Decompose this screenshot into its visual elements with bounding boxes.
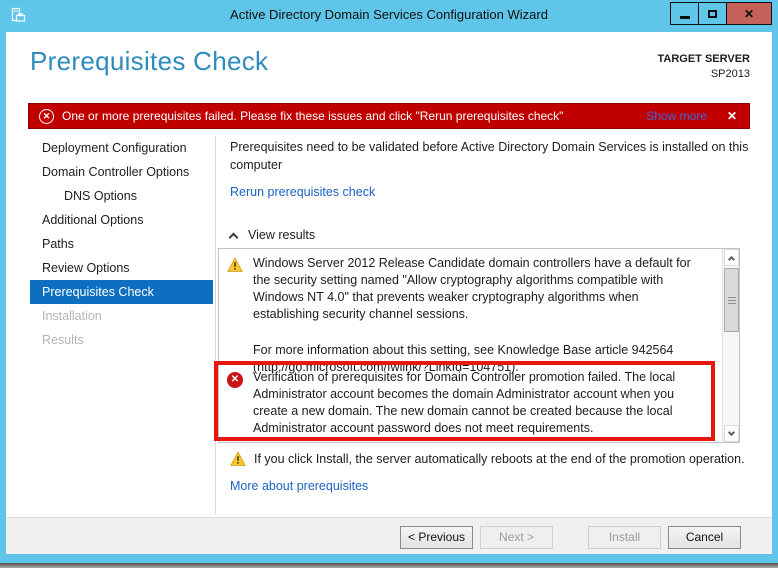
error-banner: ✕ One or more prerequisites failed. Plea… <box>28 103 750 129</box>
warning-result-text: Windows Server 2012 Release Candidate do… <box>253 255 705 323</box>
nav-item-review-options[interactable]: Review Options <box>30 256 213 280</box>
target-server-name: SP2013 <box>658 67 751 82</box>
close-icon: ✕ <box>744 7 754 21</box>
previous-button[interactable]: < Previous <box>400 526 473 549</box>
maximize-icon <box>708 10 717 18</box>
close-button[interactable]: ✕ <box>726 2 772 25</box>
results-scrollbar[interactable] <box>722 249 739 442</box>
error-result-text: Verification of prerequisites for Domain… <box>253 369 705 437</box>
scrollbar-down-button[interactable] <box>724 425 739 442</box>
error-icon: ✕ <box>227 372 243 388</box>
banner-close-icon[interactable]: ✕ <box>727 109 739 123</box>
maximize-button[interactable] <box>698 2 727 25</box>
nav-item-paths[interactable]: Paths <box>30 232 213 256</box>
reboot-warning-row: If you click Install, the server automat… <box>230 451 755 467</box>
cancel-button[interactable]: Cancel <box>668 526 741 549</box>
titlebar: Active Directory Domain Services Configu… <box>0 0 778 32</box>
wizard-window: Active Directory Domain Services Configu… <box>0 0 778 568</box>
window-title: Active Directory Domain Services Configu… <box>0 7 778 22</box>
install-button: Install <box>588 526 661 549</box>
view-results-label: View results <box>248 228 315 242</box>
nav-item-installation: Installation <box>30 304 213 328</box>
view-results-toggle[interactable]: View results <box>230 228 315 242</box>
rerun-prerequisites-link[interactable]: Rerun prerequisites check <box>230 185 375 199</box>
minimize-button[interactable] <box>670 2 699 25</box>
intro-text: Prerequisites need to be validated befor… <box>230 138 756 174</box>
page-title: Prerequisites Check <box>30 46 268 77</box>
nav-item-domain-controller-options[interactable]: Domain Controller Options <box>30 160 213 184</box>
banner-message: One or more prerequisites failed. Please… <box>62 109 646 123</box>
warning-icon <box>230 451 246 467</box>
warning-icon <box>227 257 243 273</box>
target-server-block: TARGET SERVER SP2013 <box>658 52 751 82</box>
chevron-up-icon <box>728 255 735 262</box>
banner-error-icon: ✕ <box>39 109 54 124</box>
results-panel: Windows Server 2012 Release Candidate do… <box>218 248 740 443</box>
reboot-warning-text: If you click Install, the server automat… <box>254 451 745 467</box>
nav-item-prerequisites-check[interactable]: Prerequisites Check <box>30 280 213 304</box>
nav-item-results: Results <box>30 328 213 352</box>
window-shadow <box>0 563 778 568</box>
nav-item-deployment-configuration[interactable]: Deployment Configuration <box>30 136 213 160</box>
scrollbar-thumb[interactable] <box>724 268 739 332</box>
target-server-label: TARGET SERVER <box>658 52 751 67</box>
show-more-link[interactable]: Show more <box>646 109 707 123</box>
collapse-chevron-icon <box>229 232 239 242</box>
scrollbar-grip-icon <box>728 297 736 304</box>
window-border-bottom <box>0 554 778 563</box>
wizard-client-area: Prerequisites Check TARGET SERVER SP2013… <box>6 32 772 554</box>
chevron-down-icon <box>728 428 735 435</box>
nav-item-additional-options[interactable]: Additional Options <box>30 208 213 232</box>
nav-item-dns-options[interactable]: DNS Options <box>30 184 213 208</box>
minimize-icon <box>680 16 690 19</box>
wizard-steps-nav: Deployment Configuration Domain Controll… <box>30 136 213 352</box>
sidebar-divider <box>215 136 216 514</box>
next-button: Next > <box>480 526 553 549</box>
scrollbar-up-button[interactable] <box>724 249 739 266</box>
more-about-prerequisites-link[interactable]: More about prerequisites <box>230 479 368 493</box>
button-bar: < Previous Next > Install Cancel <box>6 517 772 554</box>
